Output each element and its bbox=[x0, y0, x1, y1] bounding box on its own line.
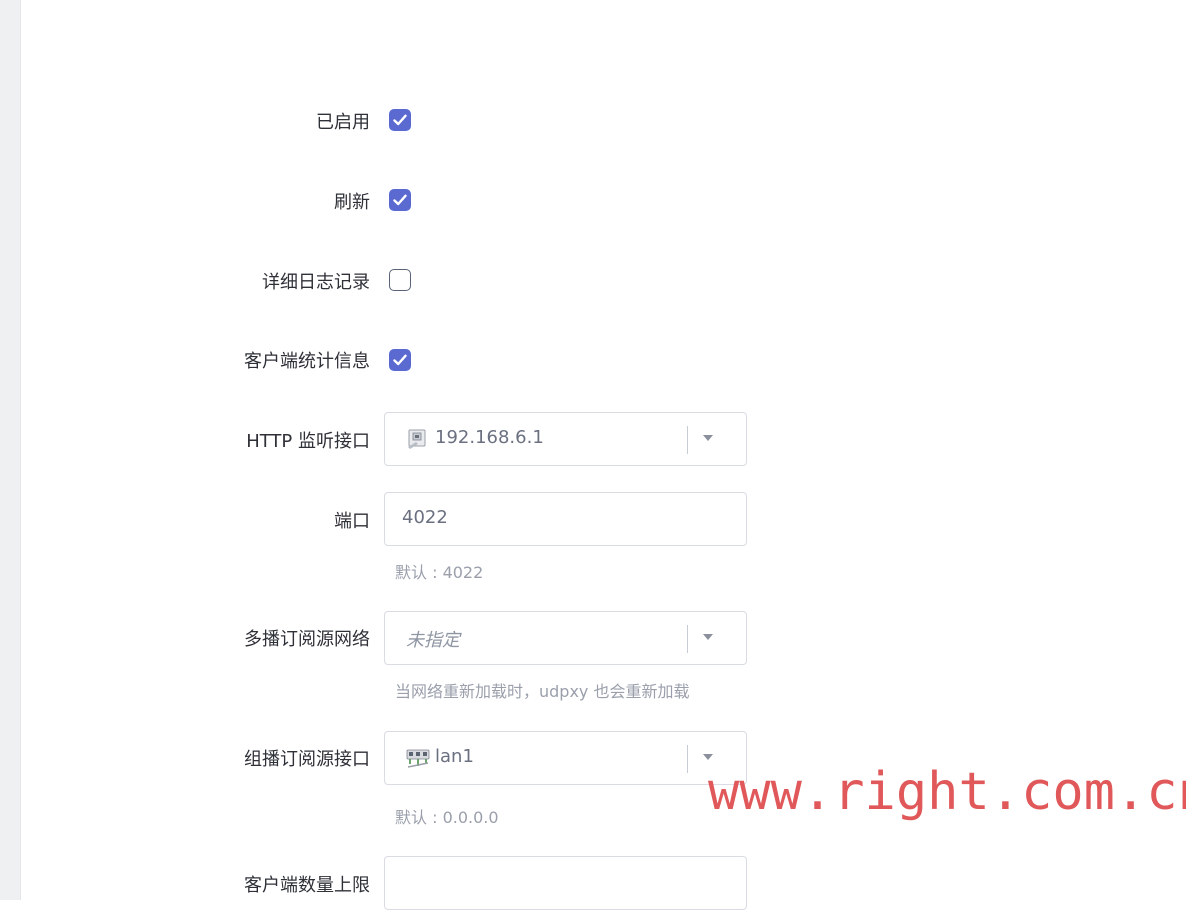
watermark-text: www.right.com.cn bbox=[708, 762, 1186, 822]
check-icon bbox=[393, 114, 407, 126]
select-divider bbox=[687, 625, 688, 653]
multicast-interface-value: lan1 bbox=[435, 746, 474, 767]
refresh-checkbox[interactable] bbox=[389, 189, 411, 211]
http-interface-label: HTTP 监听接口 bbox=[246, 431, 370, 452]
max-clients-label: 客户端数量上限 bbox=[244, 875, 370, 896]
multicast-network-select[interactable]: 未指定 bbox=[384, 611, 747, 665]
chevron-down-icon[interactable] bbox=[703, 435, 713, 441]
multicast-network-label: 多播订阅源网络 bbox=[244, 629, 370, 650]
multicast-interface-select[interactable]: lan1 bbox=[384, 731, 747, 785]
port-hint: 默认 : 4022 bbox=[395, 563, 484, 582]
refresh-label: 刷新 bbox=[334, 192, 370, 213]
http-interface-value: 192.168.6.1 bbox=[435, 427, 544, 448]
multicast-interface-hint: 默认 : 0.0.0.0 bbox=[395, 808, 499, 827]
enabled-label: 已启用 bbox=[316, 112, 370, 133]
select-divider bbox=[687, 745, 688, 773]
port-label: 端口 bbox=[334, 511, 370, 532]
bridge-port-icon bbox=[406, 749, 430, 768]
client-stats-label: 客户端统计信息 bbox=[244, 351, 370, 372]
row-max-clients: 客户端数量上限 bbox=[0, 856, 1186, 910]
row-http-interface: HTTP 监听接口 192.168.6.1 bbox=[0, 412, 1186, 468]
chevron-down-icon[interactable] bbox=[703, 754, 713, 760]
chevron-down-icon[interactable] bbox=[703, 634, 713, 640]
verbose-log-label: 详细日志记录 bbox=[262, 272, 370, 293]
multicast-network-placeholder: 未指定 bbox=[406, 630, 460, 651]
max-clients-input[interactable] bbox=[384, 856, 747, 910]
check-icon bbox=[393, 194, 407, 206]
row-client-stats: 客户端统计信息 bbox=[0, 347, 1186, 372]
http-interface-select[interactable]: 192.168.6.1 bbox=[384, 412, 747, 466]
port-value: 4022 bbox=[402, 507, 448, 528]
enabled-checkbox[interactable] bbox=[389, 109, 411, 131]
verbose-log-checkbox[interactable] bbox=[389, 269, 411, 291]
row-enabled: 已启用 bbox=[0, 108, 1186, 133]
multicast-interface-label: 组播订阅源接口 bbox=[244, 749, 370, 770]
client-stats-checkbox[interactable] bbox=[389, 349, 411, 371]
port-input[interactable]: 4022 bbox=[384, 492, 747, 546]
select-divider bbox=[687, 426, 688, 454]
row-multicast-network: 多播订阅源网络 未指定 当网络重新加载时，udpxy 也会重新加载 bbox=[0, 611, 1186, 701]
row-refresh: 刷新 bbox=[0, 188, 1186, 213]
network-port-icon bbox=[408, 429, 426, 449]
row-port: 端口 4022 默认 : 4022 bbox=[0, 492, 1186, 582]
check-icon bbox=[393, 354, 407, 366]
row-verbose-log: 详细日志记录 bbox=[0, 268, 1186, 293]
multicast-network-hint: 当网络重新加载时，udpxy 也会重新加载 bbox=[395, 682, 690, 701]
